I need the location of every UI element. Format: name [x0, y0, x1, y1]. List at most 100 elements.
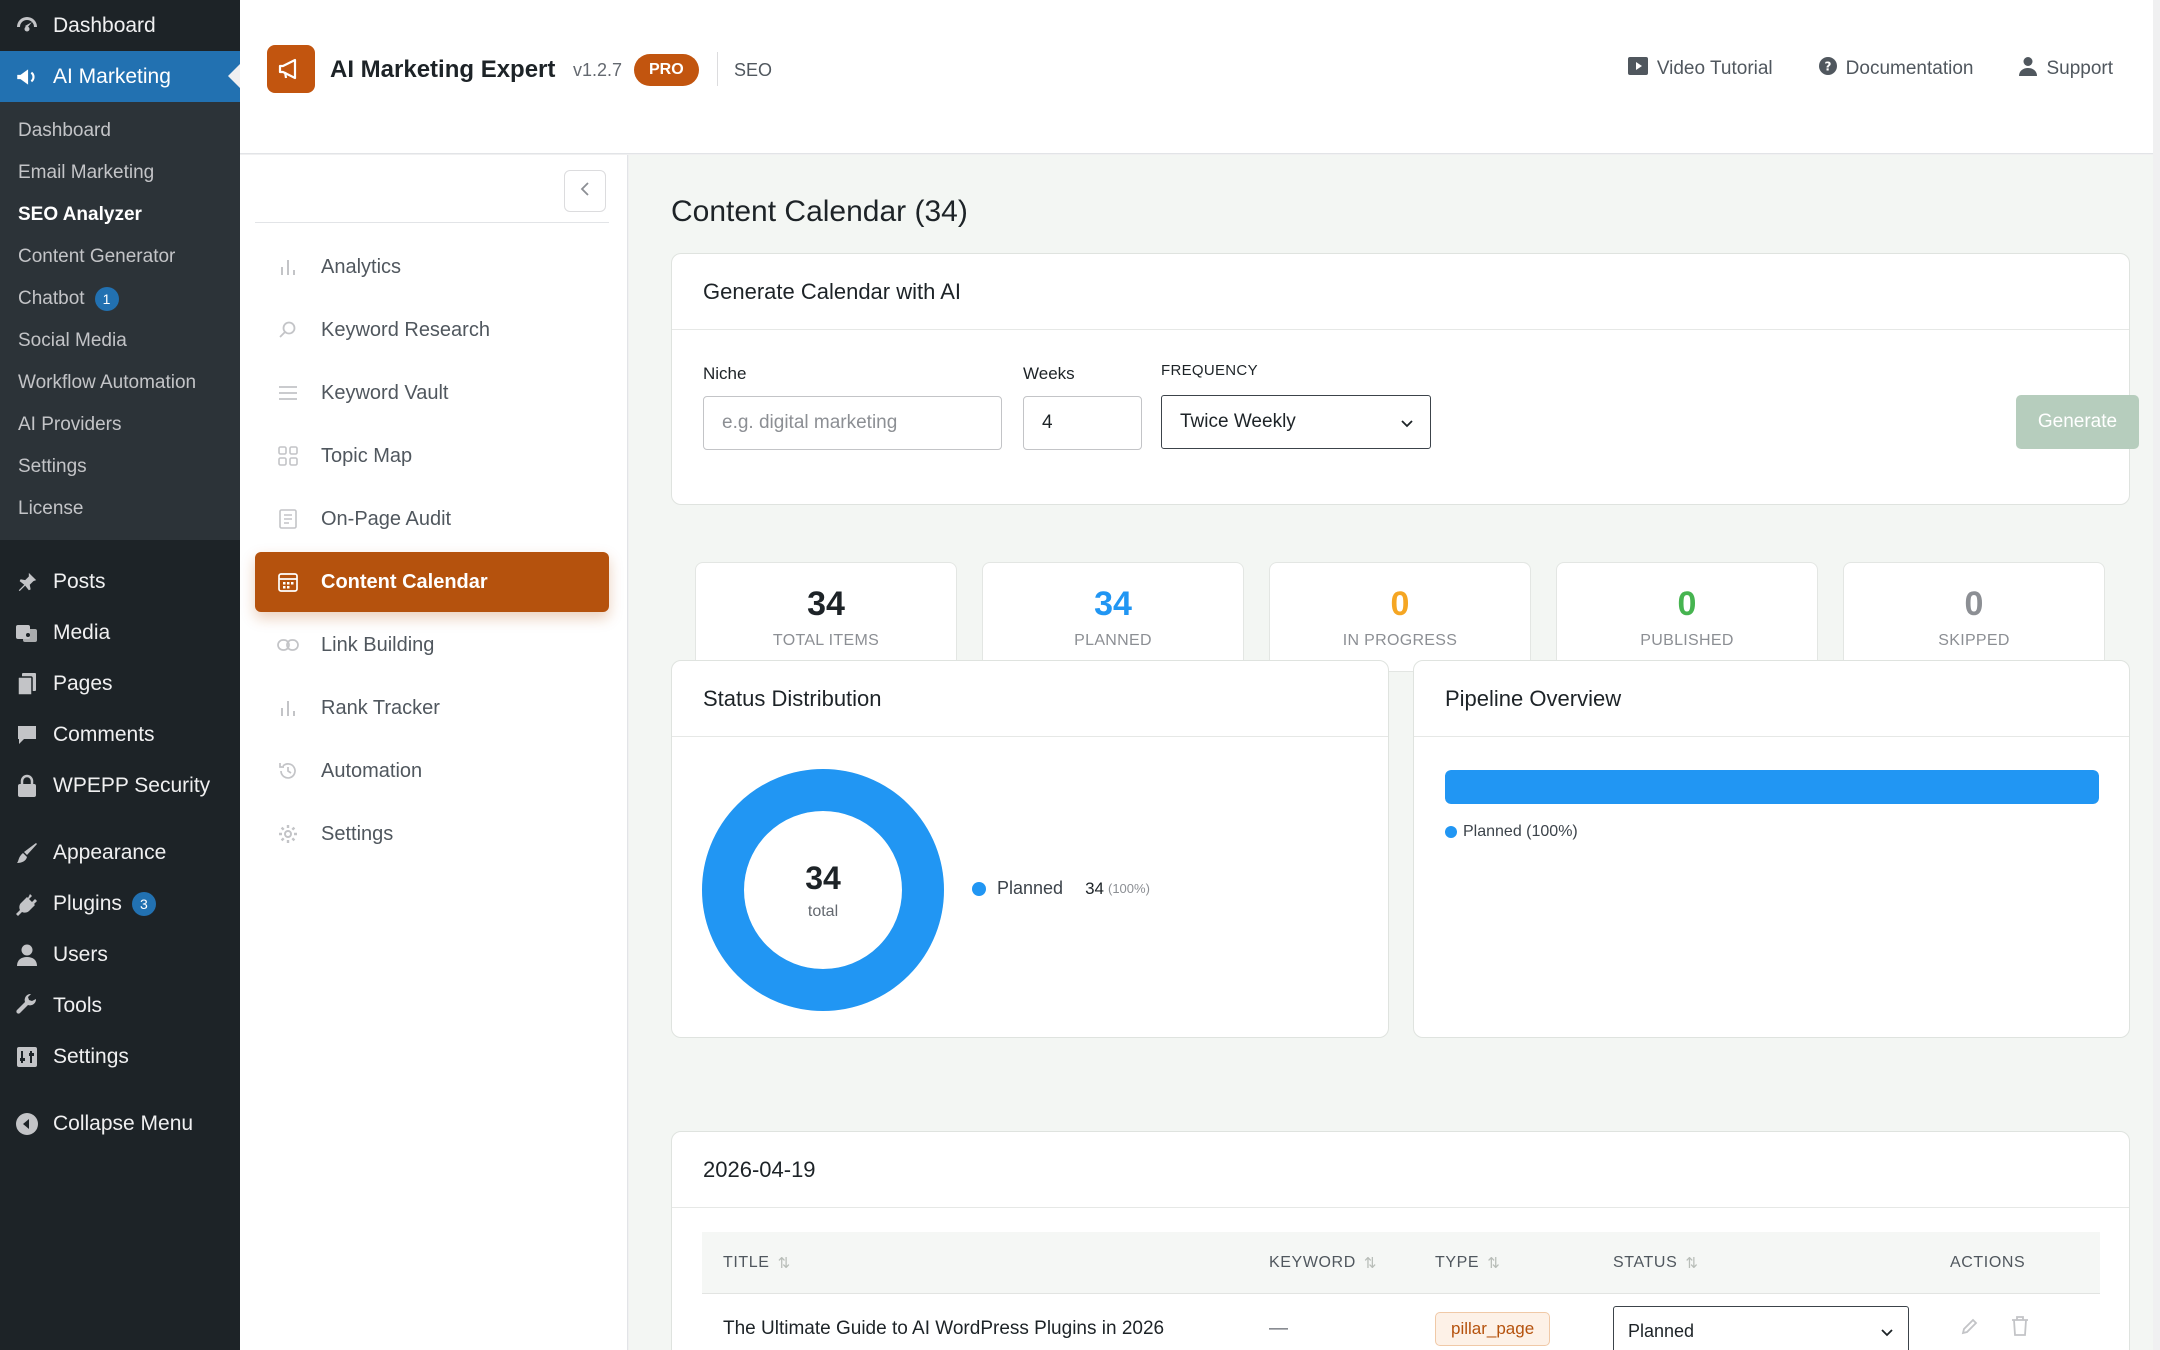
wp-collapse-menu[interactable]: Collapse Menu [0, 1098, 240, 1149]
row-title[interactable]: The Ultimate Guide to AI WordPress Plugi… [723, 1294, 1164, 1350]
plugin-header: AI Marketing Expert v1.2.7 PRO SEO Video… [240, 0, 2153, 154]
wp-menu-ai-marketing[interactable]: AI Marketing [0, 51, 240, 102]
wp-submenu-ai-providers[interactable]: AI Providers [0, 404, 240, 446]
stat-skipped: 0 SKIPPED [1843, 562, 2105, 672]
wp-submenu-settings[interactable]: Settings [0, 446, 240, 488]
collapse-nav-button[interactable] [564, 170, 606, 212]
wp-submenu-chatbot[interactable]: Chatbot 1 [0, 278, 240, 320]
wp-menu-gap [0, 811, 240, 827]
generate-button[interactable]: Generate [2016, 395, 2139, 449]
wp-submenu-email-marketing[interactable]: Email Marketing [0, 152, 240, 194]
sort-icon: ⇅ [1487, 1255, 1501, 1272]
wp-menu-label: Media [53, 620, 111, 644]
settings-icon [13, 1043, 41, 1071]
nav-item-label: Link Building [321, 633, 435, 656]
wp-submenu-label: Workflow Automation [18, 372, 197, 393]
wp-submenu-seo-analyzer[interactable]: SEO Analyzer [0, 194, 240, 236]
nav-item-keyword-vault[interactable]: Keyword Vault [255, 363, 609, 423]
header-divider [717, 52, 718, 86]
column-type[interactable]: TYPE ⇅ [1435, 1232, 1500, 1294]
donut-legend-planned: Planned 34 (100%) [972, 878, 1150, 899]
legend-percent: (100%) [1107, 881, 1150, 896]
wp-submenu-dashboard[interactable]: Dashboard [0, 110, 240, 152]
wp-submenu-workflow-automation[interactable]: Workflow Automation [0, 362, 240, 404]
wp-menu-users[interactable]: Users [0, 929, 240, 980]
sort-icon: ⇅ [777, 1255, 791, 1272]
nav-item-rank-tracker[interactable]: Rank Tracker [255, 678, 609, 738]
table-header: TITLE ⇅ KEYWORD ⇅ TYPE ⇅ STATUS ⇅ ACTIONS [702, 1232, 2100, 1294]
donut-center: 34 total [702, 769, 944, 1011]
documentation-link[interactable]: ? Documentation [1818, 56, 1973, 82]
wp-submenu-label: License [18, 498, 84, 519]
niche-input[interactable]: e.g. digital marketing [703, 396, 1002, 450]
wp-menu-pages[interactable]: Pages [0, 658, 240, 709]
list-icon [277, 382, 299, 404]
pipeline-heading: Pipeline Overview [1414, 661, 2129, 737]
wp-submenu: Dashboard Email Marketing SEO Analyzer C… [0, 102, 240, 540]
wp-menu-media[interactable]: Media [0, 607, 240, 658]
megaphone-icon [13, 63, 41, 91]
wp-menu-settings[interactable]: Settings [0, 1031, 240, 1082]
nav-item-label: Keyword Vault [321, 381, 449, 404]
nav-item-automation[interactable]: Automation [255, 741, 609, 801]
wp-menu-label: Settings [53, 1044, 129, 1068]
wrench-icon [13, 992, 41, 1020]
stat-label: IN PROGRESS [1342, 631, 1458, 649]
wp-menu-appearance[interactable]: Appearance [0, 827, 240, 878]
nav-item-topic-map[interactable]: Topic Map [255, 426, 609, 486]
column-label: ACTIONS [1950, 1254, 2026, 1271]
nav-item-link-building[interactable]: Link Building [255, 615, 609, 675]
wp-menu-comments[interactable]: Comments [0, 709, 240, 760]
wp-menu-label: Appearance [53, 840, 167, 864]
column-label: KEYWORD [1269, 1254, 1356, 1271]
wp-menu-wpepp-security[interactable]: WPEPP Security [0, 760, 240, 811]
wp-submenu-label: Chatbot [18, 288, 85, 309]
row-status-select[interactable]: Planned [1613, 1306, 1909, 1350]
nav-item-settings[interactable]: Settings [255, 804, 609, 864]
frequency-select[interactable]: Twice Weekly [1161, 395, 1431, 449]
wp-menu-dashboard[interactable]: Dashboard [0, 0, 240, 51]
wp-menu-label: Comments [53, 722, 155, 746]
stats-row: 34 TOTAL ITEMS 34 PLANNED 0 IN PROGRESS … [695, 562, 2105, 672]
column-status[interactable]: STATUS ⇅ [1613, 1232, 1699, 1294]
support-link[interactable]: Support [2019, 56, 2113, 82]
pipeline-overview-card: Pipeline Overview Planned (100%) [1413, 660, 2130, 1038]
media-icon [13, 619, 41, 647]
wp-submenu-license[interactable]: License [0, 488, 240, 530]
wp-submenu-social-media[interactable]: Social Media [0, 320, 240, 362]
nav-item-on-page-audit[interactable]: On-Page Audit [255, 489, 609, 549]
wp-submenu-label: Dashboard [18, 120, 111, 141]
column-keyword[interactable]: KEYWORD ⇅ [1269, 1232, 1377, 1294]
column-label: STATUS [1613, 1254, 1678, 1271]
row-actions [1960, 1294, 2030, 1350]
edit-icon[interactable] [1960, 1316, 1980, 1342]
video-tutorial-link[interactable]: Video Tutorial [1627, 56, 1773, 82]
wp-menu-posts[interactable]: Posts [0, 556, 240, 607]
donut-total-label: total [807, 902, 839, 920]
main-content: Content Calendar (34) Generate Calendar … [629, 155, 2153, 1350]
weeks-input[interactable]: 4 [1023, 396, 1142, 450]
nav-item-label: Keyword Research [321, 318, 490, 341]
wp-submenu-content-generator[interactable]: Content Generator [0, 236, 240, 278]
wp-menu-tools[interactable]: Tools [0, 980, 240, 1031]
type-tag: pillar_page [1435, 1312, 1551, 1346]
pin-icon [13, 568, 41, 596]
pipeline-bar-planned [1445, 770, 2099, 804]
nav-item-keyword-research[interactable]: Keyword Research [255, 300, 609, 360]
trash-icon[interactable] [2010, 1315, 2030, 1343]
wp-submenu-label: Content Generator [18, 246, 176, 267]
column-title[interactable]: TITLE ⇅ [723, 1232, 791, 1294]
stat-value: 34 [807, 584, 845, 623]
calendar-icon [277, 571, 299, 593]
nav-item-content-calendar[interactable]: Content Calendar [255, 552, 609, 612]
nav-item-analytics[interactable]: Analytics [255, 237, 609, 297]
wp-menu-plugins[interactable]: Plugins 3 [0, 878, 240, 929]
table-row: The Ultimate Guide to AI WordPress Plugi… [702, 1294, 2100, 1350]
bar-chart-icon [277, 697, 299, 719]
column-actions: ACTIONS [1950, 1232, 2025, 1294]
nav-item-label: Topic Map [321, 444, 413, 467]
wp-menu-label: Plugins [53, 891, 122, 915]
gear-icon [277, 823, 299, 845]
frequency-label: FREQUENCY [1161, 362, 1258, 379]
document-icon [277, 508, 299, 530]
